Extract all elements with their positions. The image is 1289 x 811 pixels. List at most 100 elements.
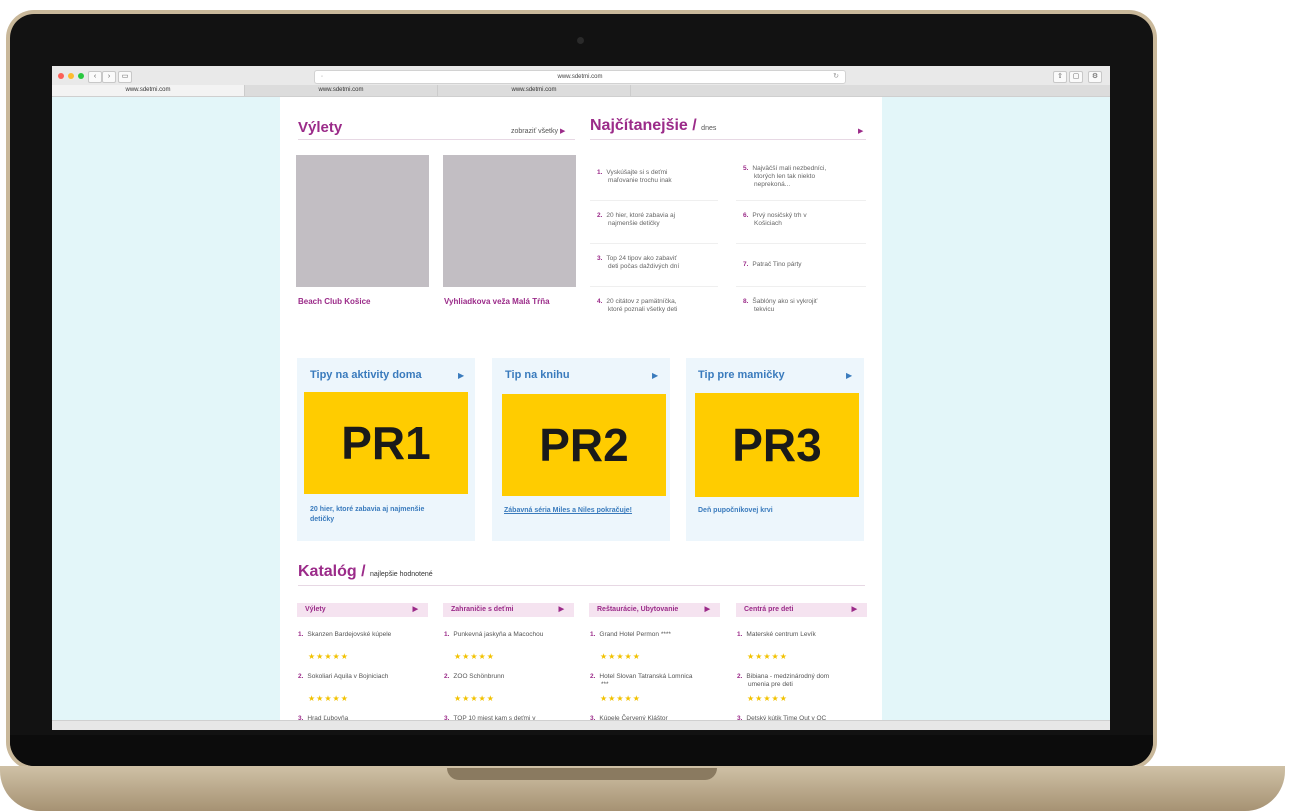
article-text: Košiciach (754, 220, 782, 227)
najcitanejsie-title-text: Najčítanejšie / (590, 117, 697, 134)
rating-stars: ★★★★★ (747, 652, 788, 661)
katalog-subtitle: najlepšie hodnotené (370, 571, 433, 578)
rating-stars: ★★★★★ (454, 652, 495, 661)
article-text: najmenšie detičky (608, 220, 660, 227)
top-article[interactable]: 5. Najväčší mali nezbedníci, ktorých len t… (743, 165, 868, 189)
catalog-item[interactable]: 2. Sokoliari Aquila v Bojniciach (298, 673, 428, 681)
arrow-right-icon[interactable]: ▶ (652, 371, 658, 380)
rank: 1. (298, 631, 304, 638)
catalog-item[interactable]: 1. Punkevná jaskyňa a Macochou (444, 631, 574, 639)
sidebar-icon[interactable]: ▭ (118, 71, 132, 83)
article-text: maľovanie trochu inak (608, 177, 672, 184)
arrow-right-icon: ▶ (412, 606, 418, 613)
catalog-item[interactable]: 2. Bibiana - medzinárodný dom umenia pre d… (737, 673, 872, 689)
lock-icon: ◦ (321, 74, 324, 80)
najcitanejsie-underline (590, 139, 866, 140)
page-content: Výlety zobraziť všetky ▶ Beach Club Koši… (280, 97, 882, 730)
address-bar[interactable]: ◦ www.sdetmi.com ↻ (314, 70, 846, 84)
tip-card: Tip pre mamičky ▶ PR3 Deň pupočníkovej k… (686, 358, 864, 541)
tab[interactable]: www.sdetmi.com (52, 85, 245, 96)
browser-chrome: ‹ › ▭ ◦ www.sdetmi.com ↻ ⇧ ▢ ⚙ www.sdetm… (52, 66, 1110, 97)
rating-stars: ★★★★★ (454, 694, 495, 703)
back-icon[interactable]: ‹ (88, 71, 102, 83)
tabs-icon[interactable]: ▢ (1069, 71, 1083, 83)
rank: 6. (743, 212, 749, 219)
article-text: Šablóny ako si vykrojiť (752, 298, 818, 305)
tip-card-title[interactable]: Tip na knihu (505, 369, 570, 381)
rank: 5. (743, 165, 749, 172)
article-text: 20 hier, ktoré zabavia aj (606, 212, 676, 219)
pr-banner[interactable]: PR3 (695, 393, 859, 497)
top-article[interactable]: 7. Patrač Tino párty (743, 261, 868, 269)
pr-banner[interactable]: PR2 (502, 394, 666, 496)
katalog-underline (298, 585, 865, 586)
rank: 1. (444, 631, 450, 638)
catalog-item[interactable]: 1. Grand Hotel Permon **** (590, 631, 725, 639)
close-icon[interactable] (58, 73, 64, 79)
rating-stars: ★★★★★ (747, 694, 788, 703)
catalog-column-header[interactable]: Výlety ▶ (297, 603, 428, 617)
arrow-right-icon[interactable]: ▶ (846, 371, 852, 380)
katalog-title: Katalóg / najlepšie hodnotené (298, 563, 433, 581)
rank: 2. (590, 673, 596, 680)
catalog-column-header[interactable]: Zahraničie s deťmi ▶ (443, 603, 574, 617)
pr-banner[interactable]: PR1 (304, 392, 468, 494)
catalog-item-text: Hotel Slovan Tatranská Lomnica (599, 673, 693, 680)
tip-link-text: 20 hier, ktoré zabavia aj najmenšie (310, 506, 425, 513)
top-article[interactable]: 1. Vyskúšajte si s deťmi maľovanie trochu … (597, 169, 717, 185)
rank: 1. (737, 631, 743, 638)
catalog-item[interactable]: 1. Skanzen Bardejovské kúpele (298, 631, 428, 639)
top-article[interactable]: 6. Prvý nosičský trh v Košiciach (743, 212, 868, 228)
trip-image[interactable] (296, 155, 429, 287)
top-article[interactable]: 2. 20 hier, ktoré zabavia aj najmenšie det… (597, 212, 717, 228)
catalog-column-header[interactable]: Centrá pre deti ▶ (736, 603, 867, 617)
horizontal-scrollbar[interactable] (52, 720, 1110, 730)
tab-bar-empty (631, 85, 1110, 96)
tip-card-title[interactable]: Tip pre mamičky (698, 369, 785, 381)
rank: 1. (590, 631, 596, 638)
share-icon[interactable]: ⇧ (1053, 71, 1067, 83)
rating-stars: ★★★★★ (600, 652, 641, 661)
rating-stars: ★★★★★ (308, 694, 349, 703)
catalog-item-text: Skanzen Bardejovské kúpele (307, 631, 392, 638)
forward-icon[interactable]: › (102, 71, 116, 83)
article-text: Vyskúšajte si s deťmi (606, 169, 668, 176)
catalog-item[interactable]: 2. Hotel Slovan Tatranská Lomnica *** (590, 673, 725, 689)
trip-caption[interactable]: Vyhliadkova veža Malá Tŕňa (444, 297, 550, 306)
article-text: ktoré poznali všetky deti (608, 306, 678, 313)
catalog-item[interactable]: 2. ZOO Schönbrunn (444, 673, 574, 681)
trip-image[interactable] (443, 155, 576, 287)
tip-card-title[interactable]: Tipy na aktivity doma (310, 369, 422, 381)
laptop-notch (447, 768, 717, 780)
top-article[interactable]: 4. 20 citátov z pamätníčka, ktoré poznali … (597, 298, 717, 314)
maximize-icon[interactable] (78, 73, 84, 79)
tip-link[interactable]: 20 hier, ktoré zabavia aj najmenšie detič… (310, 505, 470, 525)
rating-stars: ★★★★★ (600, 694, 641, 703)
article-text: tekvicu (754, 306, 775, 313)
reload-icon[interactable]: ↻ (833, 71, 839, 83)
url-text: www.sdetmi.com (557, 74, 603, 80)
trip-caption[interactable]: Beach Club Košice (298, 297, 370, 306)
arrow-right-icon: ▶ (559, 128, 566, 135)
arrow-right-icon[interactable]: ▶ (458, 371, 464, 380)
show-all-link[interactable]: zobraziť všetky ▶ (511, 127, 565, 135)
rank: 4. (597, 298, 603, 305)
catalog-item[interactable]: 1. Materské centrum Levík (737, 631, 872, 639)
tab[interactable]: www.sdetmi.com (438, 85, 631, 96)
settings-icon[interactable]: ⚙ (1088, 71, 1102, 83)
tip-link[interactable]: Zábavná séria Miles a Niles pokračuje! (504, 506, 666, 516)
catalog-column-header[interactable]: Reštaurácie, Ubytovanie ▶ (589, 603, 720, 617)
divider (736, 200, 866, 201)
divider (590, 286, 718, 287)
arrow-right-icon[interactable]: ▶ (858, 127, 863, 135)
tip-link[interactable]: Deň pupočníkovej krvi (698, 506, 860, 516)
window-controls (58, 73, 84, 79)
tip-link-text: detičky (310, 516, 335, 523)
najcitanejsie-title: Najčítanejšie / dnes (590, 117, 716, 135)
rating-stars: ★★★★★ (308, 652, 349, 661)
article-text: Prvý nosičský trh v (752, 212, 807, 219)
top-article[interactable]: 3. Top 24 tipov ako zabaviť deti počas daž… (597, 255, 717, 271)
tab[interactable]: www.sdetmi.com (245, 85, 438, 96)
minimize-icon[interactable] (68, 73, 74, 79)
top-article[interactable]: 8. Šablóny ako si vykrojiť tekvicu (743, 298, 868, 314)
